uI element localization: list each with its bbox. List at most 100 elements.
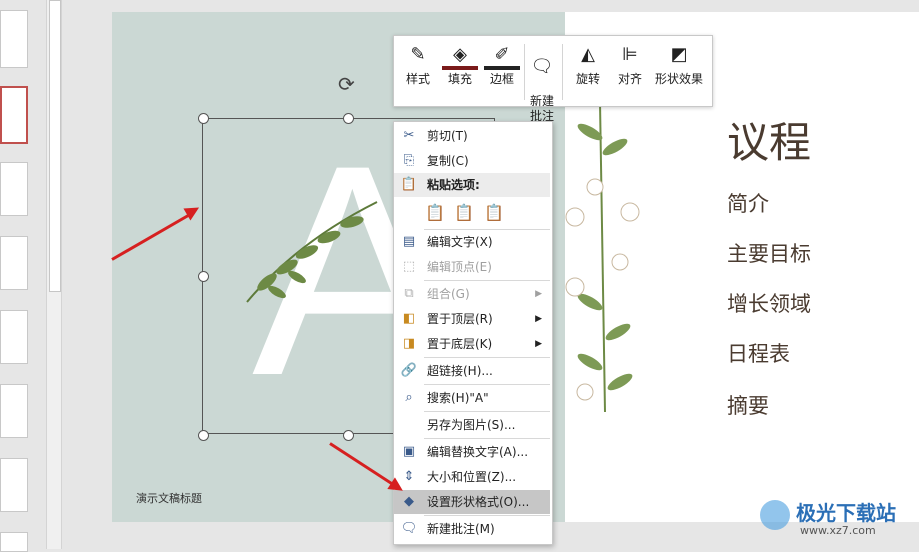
rotate-button[interactable]: ◭ 旋转 (570, 40, 606, 102)
menu-item-label: 置于顶层(R) (427, 312, 493, 326)
new-comment-button[interactable]: 🗨 新建 批注 (527, 40, 557, 123)
resize-handle[interactable] (198, 271, 209, 282)
slide-thumbnail[interactable] (0, 162, 28, 216)
agenda-item: 摘要 (727, 394, 769, 418)
menu-item-hyperlink[interactable]: 🔗 超链接(H)... (394, 359, 550, 383)
resize-handle[interactable] (198, 430, 209, 441)
paste-picture-icon[interactable]: 📋 (453, 201, 475, 225)
rotate-icon: ◭ (581, 44, 595, 65)
align-icon: ⊫ (622, 44, 638, 65)
toolbar-divider (524, 44, 525, 100)
group-icon: ⧉ (404, 286, 414, 301)
slide-thumbnail[interactable] (0, 458, 28, 512)
slide-footer-text: 演示文稿标题 (136, 492, 202, 505)
menu-item-copy[interactable]: ⎘ 复制(C) (394, 149, 550, 173)
menu-item-format-shape[interactable]: ◆ 设置形状格式(O)... (394, 490, 550, 514)
scrollbar-thumb[interactable] (49, 0, 61, 292)
slide-thumbnail[interactable] (0, 384, 28, 438)
menu-item-label: 新建批注(M) (427, 522, 495, 536)
edit-text-icon: ▤ (402, 234, 416, 249)
menu-item-bring-to-front[interactable]: ◧ 置于顶层(R) ▶ (394, 307, 550, 331)
resize-handle[interactable] (343, 430, 354, 441)
fill-bucket-icon: ◈ (442, 40, 478, 70)
slide-thumbnail[interactable] (0, 10, 28, 68)
menu-item-send-to-back[interactable]: ◨ 置于底层(K) ▶ (394, 332, 550, 356)
menu-item-label: 置于底层(K) (427, 337, 493, 351)
align-button[interactable]: ⊫ 对齐 (612, 40, 648, 102)
mini-format-toolbar: ✎ 样式 ◈ 填充 ✐ 边框 🗨 新建 批注 ◭ 旋转 ⊫ 对齐 ◩ 形状效果 (393, 35, 713, 123)
menu-separator (424, 515, 550, 516)
menu-item-group[interactable]: ⧉ 组合(G) ▶ (394, 282, 550, 306)
align-label: 对齐 (617, 72, 642, 86)
menu-separator (424, 438, 550, 439)
menu-item-label: 编辑文字(X) (427, 235, 493, 249)
rotate-handle-icon[interactable]: ⟳ (338, 72, 355, 96)
paste-options-row: 📋 📋 📋 (394, 201, 550, 229)
border-button[interactable]: ✐ 边框 (484, 40, 520, 102)
edit-points-icon: ⬚ (402, 259, 416, 274)
slide-thumbnail-active[interactable] (0, 86, 28, 144)
shape-effects-button[interactable]: ◩ 形状效果 (652, 40, 706, 102)
rotate-label: 旋转 (575, 72, 600, 86)
menu-item-label: 设置形状格式(O)... (427, 495, 530, 509)
menu-item-label: 大小和位置(Z)... (427, 470, 517, 484)
new-comment-icon: 🗨 (400, 521, 418, 536)
shape-effects-label: 形状效果 (654, 72, 703, 86)
menu-item-edit-alt-text[interactable]: ▣ 编辑替换文字(A)... (394, 440, 550, 464)
scissors-icon: ✂ (403, 128, 415, 143)
resize-handle[interactable] (343, 113, 354, 124)
menu-item-new-comment[interactable]: 🗨 新建批注(M) (394, 517, 550, 541)
menu-item-label: 编辑替换文字(A)... (427, 445, 529, 459)
menu-item-size-position[interactable]: ⇕ 大小和位置(Z)... (394, 465, 550, 489)
fill-button[interactable]: ◈ 填充 (442, 40, 478, 102)
menu-item-save-as-picture[interactable]: 另存为图片(S)... (394, 413, 550, 437)
send-to-back-icon: ◨ (402, 336, 416, 351)
shape-effects-icon: ◩ (670, 44, 688, 65)
menu-separator (424, 357, 550, 358)
style-label: 样式 (405, 72, 430, 86)
menu-item-edit-points[interactable]: ⬚ 编辑顶点(E) (394, 255, 550, 279)
menu-item-edit-text[interactable]: ▤ 编辑文字(X) (394, 230, 550, 254)
thumbnails-scrollbar[interactable] (46, 0, 62, 549)
agenda-item: 增长领域 (727, 292, 811, 316)
slide-thumbnail[interactable] (0, 532, 28, 552)
alt-text-icon: ▣ (402, 444, 416, 459)
new-comment-label: 新建 批注 (529, 94, 554, 123)
new-comment-icon: 🗨 (530, 56, 554, 77)
slide-thumbnail[interactable] (0, 310, 28, 364)
menu-item-label: 另存为图片(S)... (427, 418, 516, 432)
paste-keep-source-icon[interactable]: 📋 (424, 201, 446, 225)
hyperlink-icon: 🔗 (400, 363, 418, 378)
clipboard-icon: 📋 (400, 177, 418, 192)
format-shape-icon: ◆ (404, 494, 414, 509)
border-label: 边框 (489, 72, 514, 86)
submenu-arrow-icon: ▶ (535, 339, 542, 349)
menu-separator (424, 411, 550, 412)
menu-item-search[interactable]: ⌕ 搜索(H)"A" (394, 386, 550, 410)
menu-item-label: 复制(C) (427, 154, 469, 168)
agenda-item: 简介 (727, 192, 769, 216)
slide-thumbnail[interactable] (0, 236, 28, 290)
menu-separator (424, 384, 550, 385)
agenda-item: 日程表 (727, 342, 790, 366)
agenda-item: 主要目标 (727, 242, 811, 266)
bring-to-front-icon: ◧ (402, 311, 416, 326)
submenu-arrow-icon: ▶ (535, 314, 542, 324)
copy-icon: ⎘ (403, 153, 415, 168)
menu-item-cut[interactable]: ✂ 剪切(T) (394, 124, 550, 148)
paste-text-only-icon[interactable]: 📋 (483, 201, 505, 225)
menu-separator (424, 280, 550, 281)
paste-options-header: 📋 粘贴选项: (394, 173, 550, 197)
submenu-arrow-icon: ▶ (535, 289, 542, 299)
watermark-url: www.xz7.com (800, 524, 876, 537)
style-icon: ✎ (410, 44, 426, 65)
slide-thumbnails-pane (0, 0, 40, 552)
resize-handle[interactable] (198, 113, 209, 124)
fill-label: 填充 (447, 72, 472, 86)
watermark-brand: 极光下载站 (796, 501, 896, 525)
style-button[interactable]: ✎ 样式 (400, 40, 436, 102)
slide-title: 议程 (727, 118, 812, 167)
context-menu: ✂ 剪切(T) ⎘ 复制(C) 📋 粘贴选项: 📋 📋 📋 ▤ 编辑文字(X) … (393, 121, 553, 545)
menu-item-label: 搜索(H)"A" (427, 391, 489, 405)
menu-item-label: 剪切(T) (427, 129, 468, 143)
